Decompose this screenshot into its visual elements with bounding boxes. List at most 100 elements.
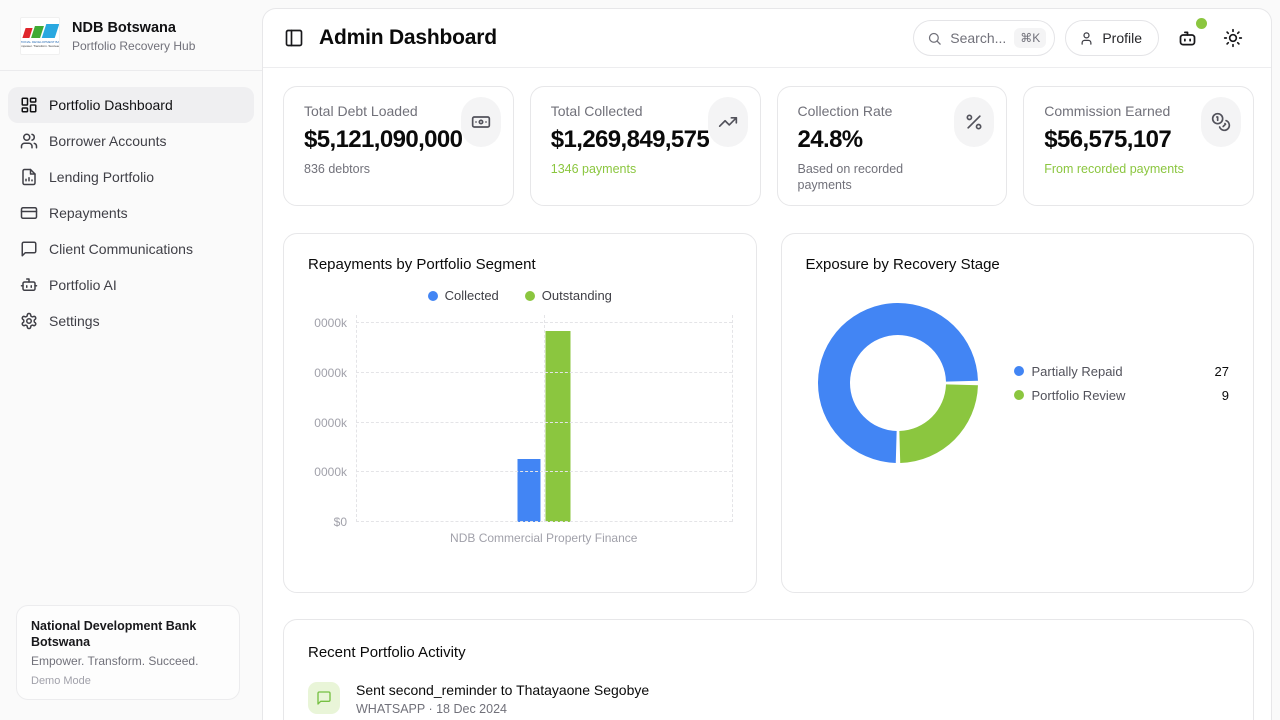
stat-value: 24.8% <box>798 126 987 154</box>
online-status-dot <box>1196 18 1207 29</box>
sidebar-item-label: Client Communications <box>49 241 193 257</box>
dashboard-content: Total Debt Loaded $5,121,090,000 836 deb… <box>263 68 1271 720</box>
stat-card-total-collected: Total Collected $1,269,849,575 1346 paym… <box>530 86 761 206</box>
bar-chart-legend: Collected Outstanding <box>308 288 732 303</box>
panel-left-icon <box>284 28 304 48</box>
sidebar-item-portfolio-ai[interactable]: Portfolio AI <box>8 267 254 303</box>
brand: NATIONAL DEVELOPMENT BANK Empower. Trans… <box>0 0 262 71</box>
sidebar: NATIONAL DEVELOPMENT BANK Empower. Trans… <box>0 0 262 720</box>
charts-row: Repayments by Portfolio Segment Collecte… <box>283 233 1254 593</box>
sidebar-item-portfolio-dashboard[interactable]: Portfolio Dashboard <box>8 87 254 123</box>
stat-card-collection-rate: Collection Rate 24.8% Based on recorded … <box>777 86 1008 206</box>
bar-chart-title: Repayments by Portfolio Segment <box>308 256 732 273</box>
page-title: Admin Dashboard <box>319 26 497 50</box>
stat-card-commission-earned: Commission Earned $56,575,107 From recor… <box>1023 86 1254 206</box>
x-axis-category-label: NDB Commercial Property Finance <box>356 531 732 545</box>
donut-legend-row-portfolio-review: Portfolio Review 9 <box>1014 385 1230 405</box>
profile-button[interactable]: Profile <box>1065 20 1159 56</box>
sidebar-item-borrower-accounts[interactable]: Borrower Accounts <box>8 123 254 159</box>
gridline-vertical <box>732 315 733 522</box>
activity-item-title: Sent second_reminder to Thatayaone Segob… <box>356 682 649 698</box>
sidebar-item-client-communications[interactable]: Client Communications <box>8 231 254 267</box>
legend-dot <box>1014 390 1024 400</box>
recent-activity-card: Recent Portfolio Activity Sent second_re… <box>283 619 1254 720</box>
top-header: Admin Dashboard Search... ⌘K Profile <box>263 9 1271 68</box>
legend-entry-collected: Collected <box>428 288 499 303</box>
donut-chart-title: Exposure by Recovery Stage <box>806 256 1230 273</box>
sidebar-item-label: Lending Portfolio <box>49 169 154 185</box>
search-icon <box>927 31 942 46</box>
legend-label: Partially Repaid <box>1032 364 1207 379</box>
donut-legend: Partially Repaid 27 Portfolio Review 9 <box>1014 361 1230 405</box>
search-shortcut-badge: ⌘K <box>1014 28 1046 48</box>
stats-row: Total Debt Loaded $5,121,090,000 836 deb… <box>283 86 1254 206</box>
file-chart-icon <box>20 168 38 186</box>
footer-bank-name: National Development Bank Botswana <box>31 618 225 650</box>
stat-value: $1,269,849,575 <box>551 126 740 154</box>
sidebar-item-label: Borrower Accounts <box>49 133 167 149</box>
stat-value: $56,575,107 <box>1044 126 1233 154</box>
message-square-icon <box>20 240 38 258</box>
sidebar-item-settings[interactable]: Settings <box>8 303 254 339</box>
sidebar-item-label: Portfolio AI <box>49 277 117 293</box>
plot-area <box>356 315 732 522</box>
legend-dot <box>1014 366 1024 376</box>
sun-icon <box>1223 28 1243 48</box>
users-icon <box>20 132 38 150</box>
legend-label: Outstanding <box>542 288 612 303</box>
ndb-logo-fineprint-2: Empower. Transform. Succeed. <box>20 44 60 48</box>
footer-demo-mode: Demo Mode <box>31 675 225 687</box>
stat-subtext: Based on recorded payments <box>798 161 948 193</box>
search-input[interactable]: Search... ⌘K <box>913 20 1055 56</box>
stat-card-total-debt: Total Debt Loaded $5,121,090,000 836 deb… <box>283 86 514 206</box>
brand-title: NDB Botswana <box>72 20 195 36</box>
sidebar-item-repayments[interactable]: Repayments <box>8 195 254 231</box>
donut-legend-row-partially-repaid: Partially Repaid 27 <box>1014 361 1230 381</box>
sidebar-item-label: Settings <box>49 313 100 329</box>
footer-tagline: Empower. Transform. Succeed. <box>31 654 225 668</box>
activity-item: Sent second_reminder to Thatayaone Segob… <box>308 682 1229 716</box>
y-tick-label: $0 <box>334 515 347 529</box>
gridline-vertical <box>356 315 357 522</box>
donut-chart-card: Exposure by Recovery Stage Partially Rep… <box>781 233 1255 593</box>
legend-dot <box>428 291 438 301</box>
header-actions: Search... ⌘K Profile <box>913 20 1251 56</box>
stat-value: $5,121,090,000 <box>304 126 493 154</box>
sidebar-item-label: Portfolio Dashboard <box>49 97 173 113</box>
sidebar-footer-card: National Development Bank Botswana Empow… <box>16 605 240 700</box>
y-tick-label: 0000k <box>314 366 347 380</box>
main-panel: Admin Dashboard Search... ⌘K Profile <box>262 8 1272 720</box>
bar-chart-card: Repayments by Portfolio Segment Collecte… <box>283 233 757 593</box>
layout-dashboard-icon <box>20 96 38 114</box>
search-placeholder: Search... <box>950 30 1006 46</box>
theme-toggle-button[interactable] <box>1215 20 1251 56</box>
bar-chart-plot: $00000k0000k0000k0000k <box>308 315 732 522</box>
legend-dot <box>525 291 535 301</box>
gridline-vertical <box>544 315 545 522</box>
sidebar-item-lending-portfolio[interactable]: Lending Portfolio <box>8 159 254 195</box>
ai-assistant-button[interactable] <box>1169 20 1205 56</box>
ndb-logo: NATIONAL DEVELOPMENT BANK Empower. Trans… <box>20 17 60 55</box>
stat-subtext: From recorded payments <box>1044 161 1194 177</box>
bar-collected <box>517 459 540 522</box>
message-square-icon <box>308 682 340 714</box>
legend-value: 27 <box>1215 364 1229 379</box>
bot-icon <box>1177 28 1198 49</box>
activity-item-meta: WHATSAPP · 18 Dec 2024 <box>356 702 649 716</box>
stat-subtext: 836 debtors <box>304 161 454 177</box>
legend-label: Portfolio Review <box>1032 388 1214 403</box>
settings-icon <box>20 312 38 330</box>
sidebar-nav: Portfolio Dashboard Borrower Accounts Le… <box>0 71 262 355</box>
ndb-logo-shapes <box>24 24 57 38</box>
legend-label: Collected <box>445 288 499 303</box>
legend-value: 9 <box>1222 388 1229 403</box>
sidebar-toggle-button[interactable] <box>283 27 305 49</box>
stat-subtext: 1346 payments <box>551 161 701 177</box>
sidebar-item-label: Repayments <box>49 205 128 221</box>
y-tick-label: 0000k <box>314 316 347 330</box>
y-tick-label: 0000k <box>314 416 347 430</box>
y-axis: $00000k0000k0000k0000k <box>308 315 356 522</box>
donut-chart <box>818 303 978 463</box>
brand-subtitle: Portfolio Recovery Hub <box>72 39 195 53</box>
bar-outstanding <box>545 331 570 522</box>
